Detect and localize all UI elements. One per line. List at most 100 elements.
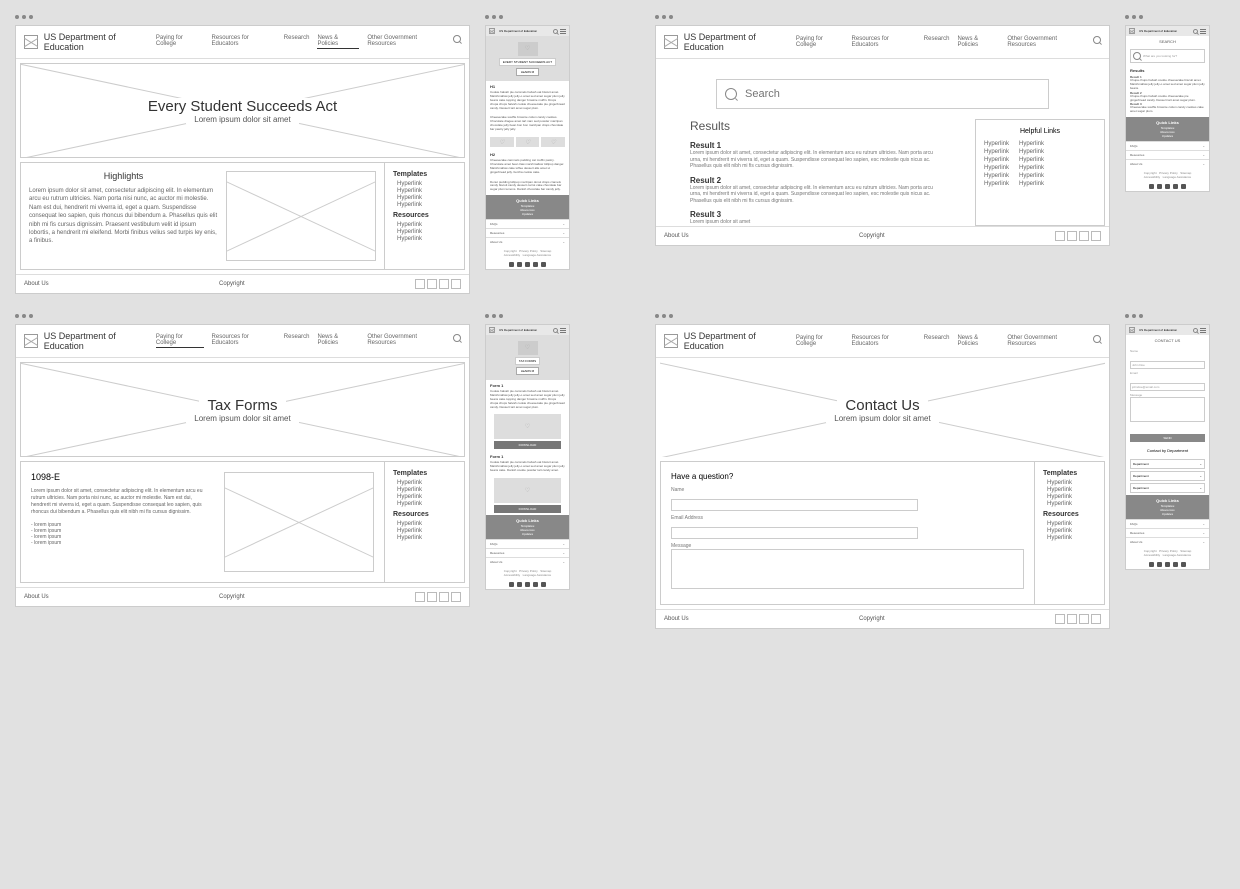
search-icon[interactable] xyxy=(553,328,558,333)
accordion-resources[interactable]: Resources⌄ xyxy=(486,228,569,237)
footer-link[interactable]: About Us xyxy=(664,616,689,622)
nav-item[interactable]: Resources for Educators xyxy=(852,335,916,347)
site-title: US Department of Education xyxy=(44,331,156,351)
menu-icon[interactable] xyxy=(560,328,566,333)
nav-item[interactable]: Resources for Educators xyxy=(212,35,276,49)
highlights-panel: Highlights Lorem ipsum dolor sit amet, c… xyxy=(20,162,385,270)
name-input[interactable] xyxy=(1130,361,1205,369)
sidebar-link[interactable]: Hyperlink xyxy=(393,181,456,187)
menu-icon[interactable] xyxy=(560,29,566,34)
copyright: Copyright xyxy=(219,594,245,600)
department-select[interactable]: Department⌄ xyxy=(1130,471,1205,481)
nav-item[interactable]: Research xyxy=(284,334,310,348)
sidebar-link[interactable]: Hyperlink xyxy=(393,202,456,208)
dept-heading: Contact by Department xyxy=(1126,444,1209,457)
contact-heading: CONTACT US xyxy=(1126,335,1209,346)
nav-item[interactable]: Research xyxy=(924,335,950,347)
search-icon[interactable] xyxy=(453,334,461,342)
department-select[interactable]: Department⌄ xyxy=(1130,459,1205,469)
site-title: US Department of Education xyxy=(44,32,156,52)
nav-item[interactable]: Research xyxy=(924,36,950,48)
search-icon xyxy=(725,88,737,100)
accordion-faqs[interactable]: FAQs⌄ xyxy=(486,539,569,548)
nav-item[interactable]: Resources for Educators xyxy=(212,334,276,348)
social-icons[interactable] xyxy=(1055,231,1101,241)
nav-item[interactable]: Paying for College xyxy=(796,36,844,48)
footer-link[interactable]: About Us xyxy=(664,233,689,239)
accordion-resources[interactable]: Resources⌄ xyxy=(1126,150,1209,159)
accordion-resources[interactable]: Resources⌄ xyxy=(486,548,569,557)
hero-label: EVERY STUDENT SUCCEEDS ACT xyxy=(499,58,556,66)
search-icon[interactable] xyxy=(1193,328,1198,333)
footer-link[interactable]: About Us xyxy=(24,594,49,600)
accordion-about[interactable]: About Us⌄ xyxy=(486,557,569,566)
nav-item[interactable]: Other Government Resources xyxy=(367,334,445,348)
social-icons[interactable] xyxy=(1055,614,1101,624)
search-input[interactable] xyxy=(745,88,1040,100)
search-icon[interactable] xyxy=(553,29,558,34)
accordion-about[interactable]: About Us⌄ xyxy=(486,237,569,246)
nav-item[interactable]: Resources for Educators xyxy=(852,36,916,48)
sidebar-link[interactable]: Hyperlink xyxy=(393,236,456,242)
social-icons[interactable] xyxy=(486,580,569,589)
nav-item[interactable]: Paying for College xyxy=(156,35,204,49)
search-heading: Search xyxy=(1126,36,1209,47)
result-title[interactable]: Result 3 xyxy=(690,210,945,219)
nav-item[interactable]: News & Policies xyxy=(957,335,999,347)
accordion-faqs[interactable]: FAQs⌄ xyxy=(486,219,569,228)
nav-item[interactable]: News & Policies xyxy=(957,36,999,48)
link[interactable]: Hyperlink xyxy=(984,141,1009,147)
message-input[interactable] xyxy=(1130,397,1205,422)
accordion-about[interactable]: About Us⌄ xyxy=(1126,159,1209,168)
nav-item[interactable]: Research xyxy=(284,35,310,49)
social-icons[interactable] xyxy=(1126,560,1209,569)
search-icon[interactable] xyxy=(453,35,461,43)
accordion-faqs[interactable]: FAQs⌄ xyxy=(1126,519,1209,528)
sidebar-link[interactable]: Hyperlink xyxy=(393,195,456,201)
download-button[interactable]: DOWNLOAD xyxy=(494,441,561,449)
search-icon[interactable] xyxy=(1093,36,1101,44)
search-icon[interactable] xyxy=(1193,29,1198,34)
logo-icon xyxy=(1129,327,1135,333)
accordion-faqs[interactable]: FAQs⌄ xyxy=(1126,141,1209,150)
sidebar-link[interactable]: Hyperlink xyxy=(393,229,456,235)
main-nav: Paying for College Resources for Educato… xyxy=(796,335,1101,347)
result-title[interactable]: Result 1 xyxy=(690,141,945,150)
nav-item-active[interactable]: Paying for College xyxy=(156,334,204,348)
accordion-about[interactable]: About Us⌄ xyxy=(1126,537,1209,546)
social-icons[interactable] xyxy=(486,260,569,269)
sidebar-heading: Resources xyxy=(393,212,456,219)
email-input[interactable] xyxy=(1130,383,1205,391)
sidebar-link[interactable]: Hyperlink xyxy=(393,188,456,194)
learn-more-button[interactable]: LEARN M xyxy=(516,68,539,76)
menu-icon[interactable] xyxy=(1200,29,1206,34)
social-icons[interactable] xyxy=(415,592,461,602)
results: Results Result 1Chupa chups halvah cooki… xyxy=(1126,65,1209,117)
nav-item[interactable]: Paying for College xyxy=(796,335,844,347)
email-input[interactable] xyxy=(671,527,918,539)
menu-icon[interactable] xyxy=(1200,328,1206,333)
footer-link[interactable]: About Us xyxy=(24,281,49,287)
sidebar-link[interactable]: Hyperlink xyxy=(393,480,456,486)
social-icons[interactable] xyxy=(1126,182,1209,191)
search-input[interactable]: What are you looking for? xyxy=(1130,49,1205,63)
mobile-header: US Department of Education xyxy=(486,26,569,36)
nav-item-active[interactable]: News & Policies xyxy=(317,35,359,49)
download-button[interactable]: DOWNLOAD xyxy=(494,505,561,513)
nav-item[interactable]: Other Government Resources xyxy=(1007,36,1085,48)
name-input[interactable] xyxy=(671,499,918,511)
learn-more-button[interactable]: LEARN M xyxy=(516,367,539,375)
result-title[interactable]: Result 2 xyxy=(690,176,945,185)
send-button[interactable]: SEND xyxy=(1130,434,1205,442)
search-icon[interactable] xyxy=(1093,335,1101,343)
nav-item[interactable]: News & Policies xyxy=(317,334,359,348)
accordion-resources[interactable]: Resources⌄ xyxy=(1126,528,1209,537)
nav-item[interactable]: Other Government Resources xyxy=(367,35,445,49)
message-input[interactable] xyxy=(671,549,1024,589)
image-placeholder xyxy=(226,171,376,261)
nav-item[interactable]: Other Government Resources xyxy=(1007,335,1085,347)
logo-icon xyxy=(664,334,678,348)
department-select[interactable]: Department⌄ xyxy=(1130,483,1205,493)
social-icons[interactable] xyxy=(415,279,461,289)
sidebar-link[interactable]: Hyperlink xyxy=(393,222,456,228)
